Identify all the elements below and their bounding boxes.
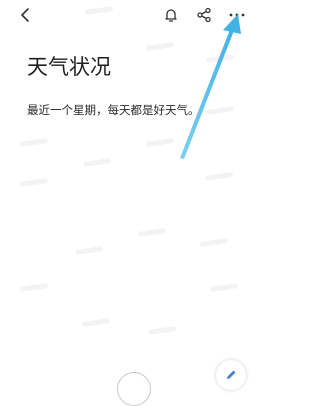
pencil-edit-icon (227, 370, 236, 379)
back-button[interactable] (15, 4, 37, 26)
bell-icon (165, 9, 177, 22)
annotation-arrow-shaft (180, 27, 235, 159)
edit-button[interactable] (216, 360, 246, 390)
more-options-button[interactable] (226, 4, 248, 26)
top-toolbar (0, 0, 259, 32)
share-icon (197, 7, 211, 23)
share-button[interactable] (193, 4, 215, 26)
note-body[interactable]: 最近一个星期，每天都是好天气。 (27, 101, 200, 119)
note-title[interactable]: 天气状况 (27, 52, 111, 82)
reminder-button[interactable] (160, 4, 182, 26)
back-arrow-icon (21, 8, 29, 22)
more-horizontal-icon (229, 13, 245, 17)
bottom-action-button[interactable] (117, 372, 151, 406)
